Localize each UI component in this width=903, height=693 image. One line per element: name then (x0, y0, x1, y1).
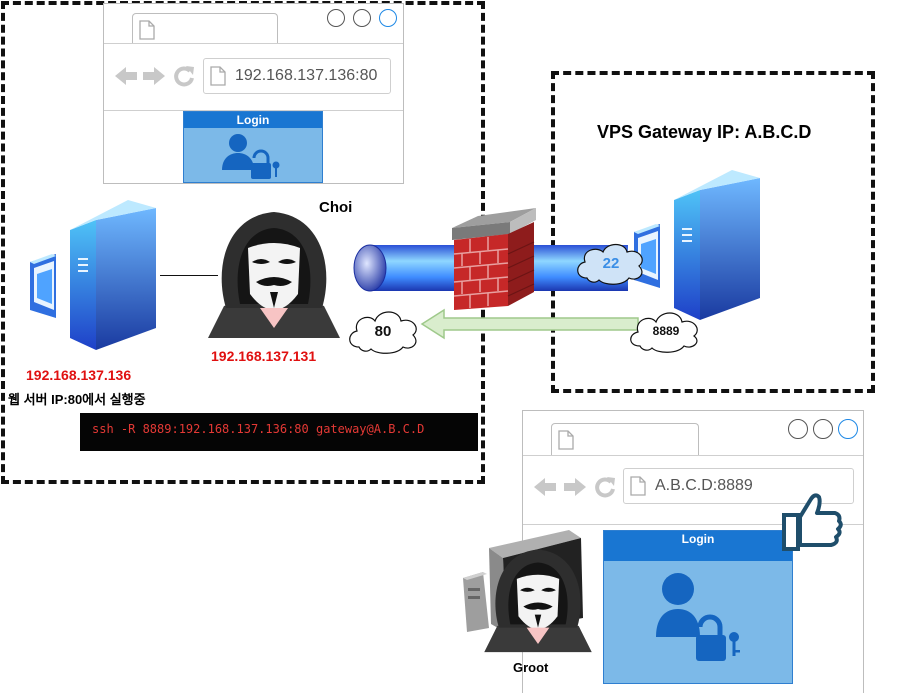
web-server-icon (30, 200, 156, 350)
address-text: A.B.C.D:8889 (655, 477, 753, 494)
web-server-ip: 192.168.137.136 (26, 367, 132, 383)
reload-icon[interactable] (173, 65, 195, 87)
ssh-command-text: ssh -R 8889:192.168.137.136:80 gateway@A… (92, 422, 425, 436)
port-label-22: 22 (603, 255, 620, 272)
port-cloud-80: 80 (349, 311, 417, 354)
window-button[interactable] (788, 419, 808, 439)
web-server-description: 웹 서버 IP:80에서 실행중 (8, 392, 146, 407)
window-button[interactable] (379, 9, 397, 27)
user-lock-icon (656, 573, 740, 661)
vps-server-icon (634, 170, 760, 320)
address-text: 192.168.137.136:80 (235, 67, 378, 84)
window-button[interactable] (327, 9, 345, 27)
back-arrow-icon[interactable] (114, 66, 138, 86)
port-cloud-8889: 8889 (630, 312, 698, 353)
port-cloud-22: 22 (577, 243, 643, 285)
ssh-command-terminal: ssh -R 8889:192.168.137.136:80 gateway@A… (80, 413, 478, 451)
victim-hacker-icon (484, 549, 592, 653)
forward-arrow-icon[interactable] (142, 66, 166, 86)
user-lock-icon (222, 134, 280, 179)
port-label-80: 80 (375, 323, 392, 340)
firewall-icon (452, 208, 536, 310)
tab-separator (104, 43, 403, 44)
window-button[interactable] (353, 9, 371, 27)
login-panel: Login (183, 111, 323, 183)
document-icon (558, 430, 574, 450)
attacker-ip: 192.168.137.131 (211, 348, 317, 364)
port-label-8889: 8889 (653, 324, 680, 338)
thumbs-up-icon (782, 493, 843, 551)
login-title: Login (184, 112, 322, 128)
attacker-hacker-icon (208, 212, 340, 338)
document-icon (630, 476, 646, 496)
login-panel: Login (603, 530, 793, 684)
tab-separator (523, 455, 863, 456)
browser-window-top: 192.168.137.136:80 Login (103, 3, 404, 184)
address-bar[interactable]: 192.168.137.136:80 (203, 58, 391, 94)
browser-tab[interactable] (551, 423, 699, 456)
document-icon (210, 66, 226, 86)
window-button[interactable] (813, 419, 833, 439)
reload-icon[interactable] (594, 476, 616, 498)
back-arrow-icon[interactable] (533, 477, 557, 497)
window-button[interactable] (838, 419, 858, 439)
forward-arrow-icon[interactable] (563, 477, 587, 497)
port-forward-arrow (420, 308, 639, 340)
document-icon (139, 20, 155, 40)
login-title: Login (604, 531, 792, 561)
attacker-name: Choi (319, 199, 353, 216)
browser-tab[interactable] (132, 13, 278, 44)
victim-name: Groot (513, 660, 549, 675)
vps-title: VPS Gateway IP: A.B.C.D (597, 122, 812, 142)
